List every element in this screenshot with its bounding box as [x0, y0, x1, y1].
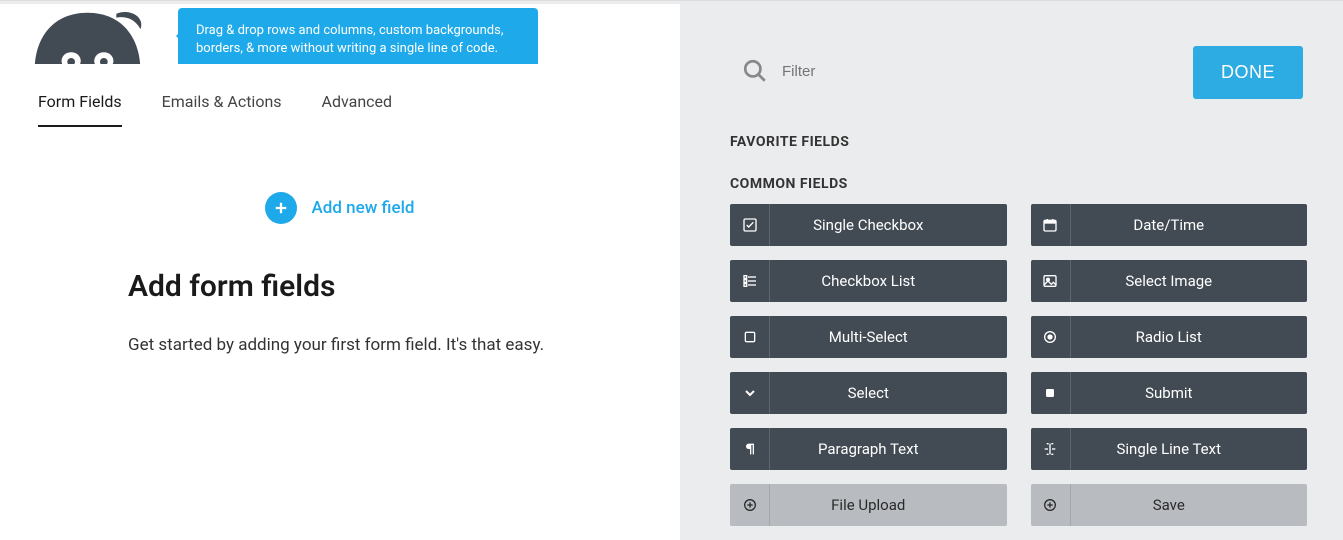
calendar-icon [1031, 204, 1071, 246]
search-icon [742, 58, 768, 84]
paragraph-icon [730, 428, 770, 470]
add-new-label: Add new field [311, 198, 414, 218]
add-new-field[interactable]: Add new field [0, 192, 680, 224]
chevron-down-icon [730, 372, 770, 414]
field-single-line-text[interactable]: Single Line Text [1031, 428, 1308, 470]
field-submit[interactable]: Submit [1031, 372, 1308, 414]
field-label: Select Image [1071, 272, 1308, 290]
tab-emails-actions[interactable]: Emails & Actions [162, 84, 282, 127]
tabs: Form Fields Emails & Actions Advanced [38, 84, 392, 127]
field-label: Single Line Text [1071, 440, 1308, 458]
plus-icon [265, 192, 297, 224]
fields-grid: Single Checkbox Date/Time Checkbox List … [730, 204, 1307, 526]
field-label: Select [770, 384, 1007, 402]
field-paragraph-text[interactable]: Paragraph Text [730, 428, 1007, 470]
field-file-upload[interactable]: File Upload [730, 484, 1007, 526]
common-fields-label: COMMON FIELDS [730, 176, 848, 192]
field-date-time[interactable]: Date/Time [1031, 204, 1308, 246]
image-icon [1031, 260, 1071, 302]
field-radio-list[interactable]: Radio List [1031, 316, 1308, 358]
square-icon [730, 316, 770, 358]
plus-circle-icon [1031, 484, 1071, 526]
hint-tooltip: Drag & drop rows and columns, custom bac… [178, 8, 538, 72]
field-select[interactable]: Select [730, 372, 1007, 414]
form-builder-area: Form Fields Emails & Actions Advanced Ad… [0, 64, 680, 540]
right-panel: DONE FAVORITE FIELDS COMMON FIELDS Singl… [680, 4, 1343, 540]
radio-icon [1031, 316, 1071, 358]
field-label: Save [1071, 496, 1308, 514]
list-icon [730, 260, 770, 302]
field-save[interactable]: Save [1031, 484, 1308, 526]
field-label: Date/Time [1071, 216, 1308, 234]
tab-form-fields[interactable]: Form Fields [38, 84, 122, 127]
field-select-image[interactable]: Select Image [1031, 260, 1308, 302]
field-label: Paragraph Text [770, 440, 1007, 458]
page-subtext: Get started by adding your first form fi… [128, 332, 548, 359]
field-label: Single Checkbox [770, 216, 1007, 234]
square-filled-icon [1031, 372, 1071, 414]
text-cursor-icon [1031, 428, 1071, 470]
favorite-fields-label: FAVORITE FIELDS [730, 134, 849, 150]
done-button[interactable]: DONE [1193, 46, 1303, 99]
left-panel: Drag & drop rows and columns, custom bac… [0, 4, 680, 540]
field-label: File Upload [770, 496, 1007, 514]
plus-circle-icon [730, 484, 770, 526]
field-label: Submit [1071, 384, 1308, 402]
field-checkbox-list[interactable]: Checkbox List [730, 260, 1007, 302]
filter-input[interactable] [782, 63, 1082, 80]
ninja-logo [25, 8, 150, 68]
page-heading: Add form fields [128, 269, 335, 304]
field-multi-select[interactable]: Multi-Select [730, 316, 1007, 358]
field-label: Multi-Select [770, 328, 1007, 346]
field-label: Checkbox List [770, 272, 1007, 290]
checkbox-icon [730, 204, 770, 246]
field-label: Radio List [1071, 328, 1308, 346]
tab-advanced[interactable]: Advanced [322, 84, 393, 127]
field-single-checkbox[interactable]: Single Checkbox [730, 204, 1007, 246]
